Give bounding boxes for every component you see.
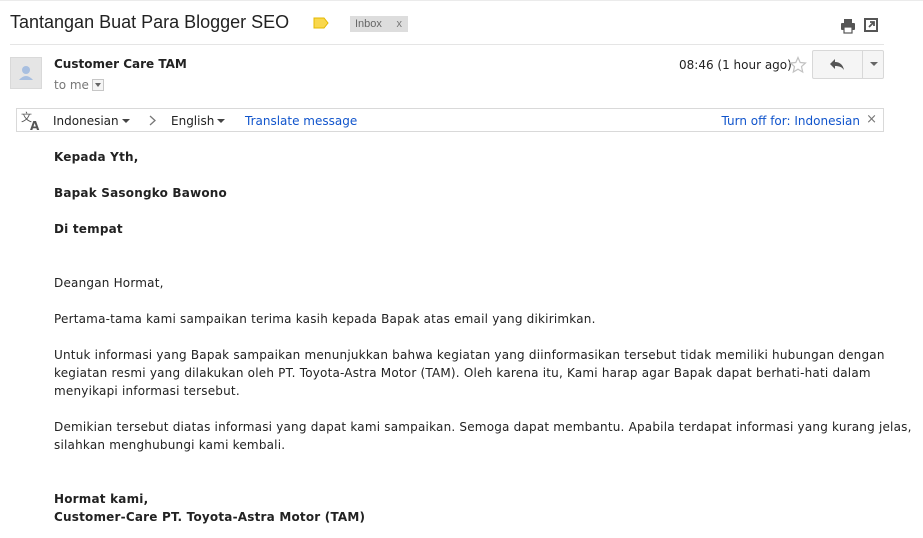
avatar-icon bbox=[19, 66, 33, 80]
label-tag-icon[interactable] bbox=[313, 17, 329, 29]
close-icon[interactable]: × bbox=[866, 113, 877, 127]
turn-off-translation-link[interactable]: Turn off for: Indonesian bbox=[722, 114, 860, 128]
reply-button[interactable] bbox=[813, 51, 861, 78]
closing-line: Hormat kami, bbox=[54, 492, 149, 506]
top-divider bbox=[0, 0, 923, 1]
reply-icon bbox=[830, 59, 844, 70]
paragraph-line: menyikapi informasi tersebut. bbox=[54, 384, 240, 398]
translate-bar: 文 A Indonesian English Translate message… bbox=[16, 108, 884, 132]
target-language-label: English bbox=[171, 114, 215, 128]
subject-row: Tantangan Buat Para Blogger SEO Inbox x bbox=[0, 12, 923, 42]
translate-icon: 文 A bbox=[21, 110, 40, 132]
star-icon[interactable] bbox=[789, 56, 807, 74]
more-actions-button[interactable] bbox=[862, 51, 884, 78]
recipient-line: Bapak Sasongko Bawono bbox=[54, 186, 227, 200]
location-line: Di tempat bbox=[54, 222, 123, 236]
svg-text:A: A bbox=[30, 119, 40, 132]
translate-message-link[interactable]: Translate message bbox=[245, 114, 357, 128]
message-timestamp: 08:46 (1 hour ago) bbox=[679, 58, 792, 72]
paragraph-line: Untuk informasi yang Bapak sampaikan men… bbox=[54, 348, 885, 362]
signature-line: Customer-Care PT. Toyota-Astra Motor (TA… bbox=[54, 510, 366, 524]
sender-name[interactable]: Customer Care TAM bbox=[54, 57, 187, 71]
avatar[interactable] bbox=[10, 57, 42, 89]
recipient-summary: to me bbox=[54, 78, 89, 92]
paragraph-line: Demikian tersebut diatas informasi yang … bbox=[54, 420, 912, 434]
email-subject: Tantangan Buat Para Blogger SEO bbox=[10, 12, 290, 32]
target-language-select[interactable]: English bbox=[171, 114, 226, 128]
remove-label-button[interactable]: x bbox=[397, 16, 403, 32]
new-window-icon[interactable] bbox=[864, 18, 878, 32]
chevron-down-icon bbox=[217, 119, 226, 123]
source-language-select[interactable]: Indonesian bbox=[53, 114, 130, 128]
paragraph-line: Pertama-tama kami sampaikan terima kasih… bbox=[54, 312, 596, 326]
show-details-button[interactable] bbox=[92, 79, 104, 91]
print-icon[interactable] bbox=[840, 18, 856, 34]
chevron-right-icon bbox=[149, 115, 156, 126]
subject-divider bbox=[10, 44, 884, 45]
inbox-label-chip: Inbox x bbox=[350, 16, 408, 32]
inbox-label-text: Inbox bbox=[355, 18, 382, 30]
paragraph-line: silahkan menghubungi kami kembali. bbox=[54, 438, 286, 452]
reply-button-group bbox=[812, 50, 884, 79]
paragraph-line: kegiatan resmi yang dilakukan oleh PT. T… bbox=[54, 366, 871, 380]
salutation-line: Deangan Hormat, bbox=[54, 276, 164, 290]
source-language-label: Indonesian bbox=[53, 114, 119, 128]
chevron-down-icon bbox=[121, 119, 130, 123]
greeting-line: Kepada Yth, bbox=[54, 150, 139, 164]
